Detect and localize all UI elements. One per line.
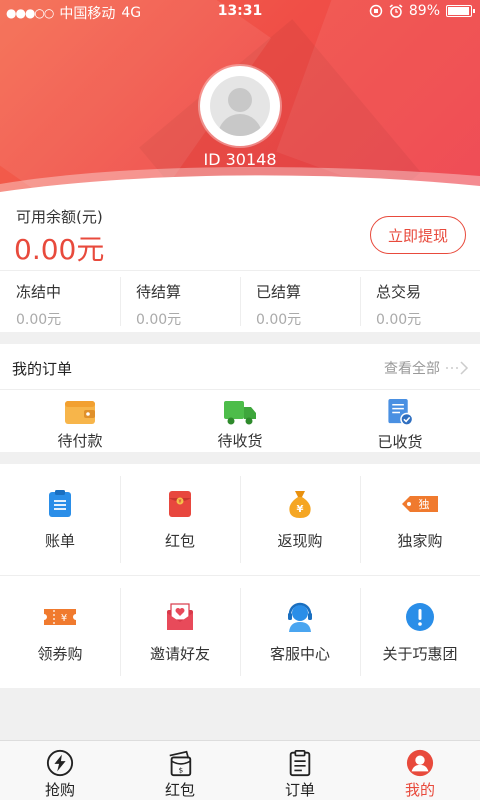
stat-label: 总交易 [376,283,422,301]
info-icon [406,602,434,631]
receipt-check-icon [388,398,414,426]
clipboard-icon [289,750,311,777]
red-envelope-icon: ¥ [169,491,191,517]
battery-percent: 89% [408,3,440,19]
grid-item-red-envelope[interactable]: ¥ 红包 [120,464,240,575]
tab-label: 红包 [164,781,195,799]
money-bag-icon: ¥ [289,491,311,518]
order-received[interactable]: 已收货 [320,390,480,452]
grid-item-bill[interactable]: 账单 [0,464,120,575]
orders-header: 我的订单 查看全部 [0,344,480,390]
svg-text:$: $ [179,765,184,774]
grid-item-label: 返现购 [277,532,323,550]
orientation-lock-icon [369,4,383,18]
order-pending-payment[interactable]: 待付款 [0,390,160,452]
grid-item-cashback[interactable]: ¥ 返现购 [240,464,360,575]
lightning-icon [46,749,74,777]
my-orders-section: 我的订单 查看全部 待付款 待收货 已收货 [0,344,480,452]
grid-item-label: 领券购 [37,644,83,663]
coupon-icon: ¥ [44,608,76,625]
svg-text:¥: ¥ [178,499,181,505]
grid-item-label: 邀请好友 [149,644,210,663]
grid-item-label: 账单 [44,532,75,550]
grid-item-label: 红包 [164,532,195,550]
stat-value: 0.00元 [376,312,422,328]
grid-item-invite[interactable]: 邀请好友 [120,576,240,688]
stat-label: 冻结中 [16,283,62,301]
wallet-icon [65,401,95,424]
order-label: 待收货 [217,432,263,450]
default-avatar-icon [210,76,270,136]
view-all-label: 查看全部 [384,361,440,377]
stat-value: 0.00元 [136,312,182,328]
tab-label: 订单 [284,781,315,799]
user-id: ID 30148 [203,150,277,169]
truck-icon [224,401,256,425]
invite-envelope-icon [167,602,193,630]
order-pending-delivery[interactable]: 待收货 [160,390,320,452]
stat-settled: 已结算 0.00元 [240,271,360,332]
customer-service-icon [288,602,312,632]
stat-total: 总交易 0.00元 [360,271,480,332]
profile-icon [406,749,434,777]
red-envelope-icon: $ [169,750,192,777]
balance-label: 可用余额(元) [16,208,103,226]
svg-text:独: 独 [419,498,430,511]
svg-text:¥: ¥ [297,504,304,515]
grid-item-label: 关于巧惠团 [382,644,458,663]
grid-item-exclusive[interactable]: 独 独家购 [360,464,480,575]
bottom-tab-bar: 抢购 $ 红包 订单 我的 [0,740,480,800]
withdraw-button[interactable]: 立即提现 [370,216,466,254]
stat-label: 已结算 [256,283,302,301]
grid-item-label: 独家购 [397,532,443,550]
svg-text:¥: ¥ [61,613,67,624]
status-bar: ●●●○○ 中国移动 4G 13:31 89% [0,0,480,24]
tab-label: 我的 [404,781,435,799]
services-grid: 账单 ¥ 红包 ¥ 返现购 独 独家购 ¥ 领券购 邀请好友 客服中心 关于巧惠… [0,464,480,688]
grid-item-about[interactable]: 关于巧惠团 [360,576,480,688]
orders-title: 我的订单 [12,360,73,378]
battery-icon [446,5,475,17]
grid-item-customer-service[interactable]: 客服中心 [240,576,360,688]
alarm-icon [389,4,403,18]
order-label: 已收货 [377,433,423,451]
tab-red-envelope[interactable]: $ 红包 [120,741,240,800]
tab-label: 抢购 [44,781,75,799]
earnings-stats: 冻结中 0.00元 待结算 0.00元 已结算 0.00元 总交易 0.00元 [0,270,480,332]
grid-item-label: 客服中心 [269,644,330,663]
order-label: 待付款 [57,432,103,450]
stat-value: 0.00元 [256,312,302,328]
stat-pending: 待结算 0.00元 [120,271,240,332]
balance-amount: 0.00元 [14,233,105,266]
chevron-right-icon [446,361,469,375]
tab-flash-sale[interactable]: 抢购 [0,741,120,800]
tab-orders[interactable]: 订单 [240,741,360,800]
stat-label: 待结算 [136,283,182,301]
balance-section: 可用余额(元) 0.00元 立即提现 [0,200,480,270]
stat-frozen: 冻结中 0.00元 [0,271,120,332]
bill-icon [49,490,71,517]
view-all-orders-link[interactable]: 查看全部 [384,358,470,378]
grid-item-coupon[interactable]: ¥ 领券购 [0,576,120,688]
exclusive-tag-icon: 独 [402,496,438,512]
stat-value: 0.00元 [16,312,62,328]
tab-profile[interactable]: 我的 [360,741,480,800]
avatar[interactable] [200,66,280,146]
